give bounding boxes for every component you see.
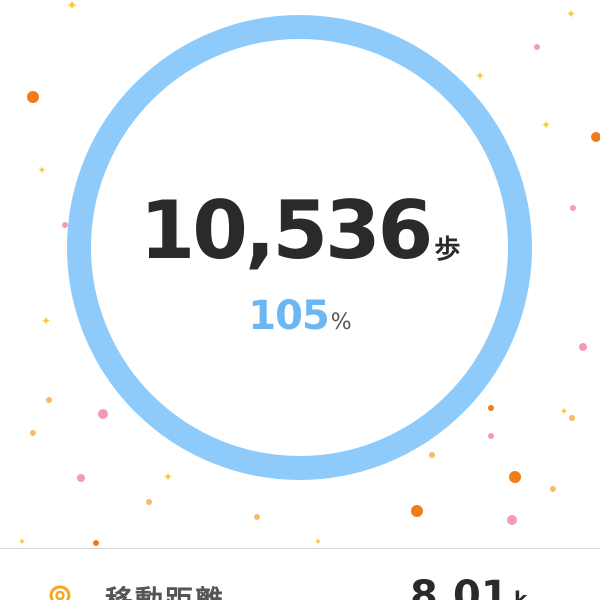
confetti-star: ✦	[541, 118, 551, 132]
confetti-dot	[30, 430, 36, 436]
confetti-dot	[534, 44, 540, 50]
confetti-dot	[411, 505, 423, 517]
confetti-star: ✦	[66, 0, 78, 14]
distance-row[interactable]: 移動距離 8.01 k	[0, 549, 600, 600]
confetti-dot	[98, 409, 108, 419]
confetti-dot	[77, 474, 85, 482]
confetti-dot	[591, 132, 600, 142]
step-count-unit: 歩	[434, 235, 461, 265]
distance-value: 8.01	[410, 573, 509, 600]
distance-label: 移動距離	[105, 579, 225, 600]
confetti-dot	[46, 397, 52, 403]
confetti-star: ✦	[566, 7, 576, 21]
confetti-dot	[488, 405, 494, 411]
confetti-dot	[507, 515, 517, 525]
step-count-display: 10,536 歩	[0, 186, 600, 276]
confetti-star: ✦	[163, 470, 173, 484]
goal-percent-value: 105	[248, 293, 329, 339]
confetti-dot	[146, 499, 152, 505]
confetti-dot	[93, 540, 99, 546]
step-count-value: 10,536	[139, 184, 434, 277]
location-pin-icon	[49, 585, 71, 600]
goal-percent-unit: %	[330, 310, 352, 335]
confetti-star: ✦	[475, 69, 485, 83]
confetti-dot	[27, 91, 39, 103]
confetti-dot	[429, 452, 435, 458]
confetti-dot	[550, 486, 556, 492]
confetti-star: ✦	[314, 537, 322, 548]
confetti-dot	[254, 514, 260, 520]
goal-percent-display: 105%	[0, 293, 600, 339]
step-counter-screen: ✦ ✦ ✦ ✦ ✦ ✦ ✦ ✦ ✦ ✦ 10,536歩 105% 移動距離 8.…	[0, 0, 600, 600]
distance-unit: k	[514, 587, 528, 600]
confetti-star: ✦	[559, 405, 568, 418]
confetti-dot	[488, 433, 494, 439]
confetti-dot	[569, 415, 575, 421]
confetti-star: ✦	[37, 164, 46, 177]
confetti-star: ✦	[18, 537, 26, 548]
confetti-dot	[509, 471, 521, 483]
confetti-dot	[579, 343, 587, 351]
